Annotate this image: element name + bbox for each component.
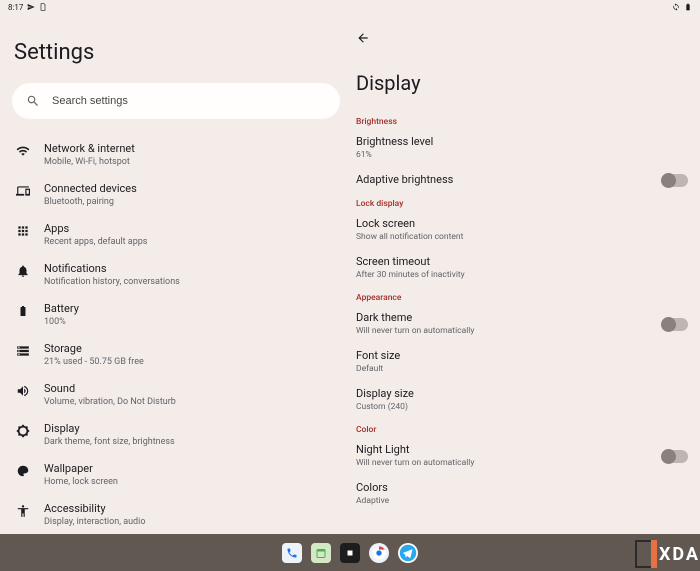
sidebar-item-sound[interactable]: SoundVolume, vibration, Do Not Disturb: [12, 375, 340, 415]
toggle-adaptive-brightness[interactable]: [662, 174, 688, 187]
sidebar-item-label: Sound: [44, 382, 176, 396]
storage-icon: [16, 344, 30, 358]
sidebar-item-label: Wallpaper: [44, 462, 118, 476]
sidebar-item-connected[interactable]: Connected devicesBluetooth, pairing: [12, 175, 340, 215]
battery-icon: [16, 304, 30, 318]
sidebar-item-label: Connected devices: [44, 182, 137, 196]
telegram-status-icon: [27, 3, 35, 11]
row-font-size[interactable]: Font sizeDefault: [352, 349, 690, 387]
back-button[interactable]: [352, 14, 690, 49]
settings-title: Settings: [12, 14, 340, 83]
row-label: Display size: [356, 387, 414, 401]
sidebar-item-accessibility[interactable]: AccessibilityDisplay, interaction, audio: [12, 495, 340, 534]
row-sub: Custom (240): [356, 402, 414, 413]
status-time: 8:17: [8, 3, 23, 12]
sidebar-item-notifications[interactable]: NotificationsNotification history, conve…: [12, 255, 340, 295]
settings-sidebar: Settings Network & internetMobile, Wi-Fi…: [0, 14, 352, 534]
volume-icon: [16, 384, 30, 398]
taskbar-app-chrome[interactable]: [369, 543, 389, 563]
sidebar-item-apps[interactable]: AppsRecent apps, default apps: [12, 215, 340, 255]
brightness-icon: [16, 424, 30, 438]
accessibility-icon: [16, 504, 30, 518]
detail-title: Display: [352, 49, 690, 117]
row-adaptive-brightness[interactable]: Adaptive brightness: [352, 173, 690, 199]
search-bar[interactable]: [12, 83, 340, 119]
section-header-lock: Lock display: [352, 199, 690, 217]
bell-icon: [16, 264, 30, 278]
row-colors[interactable]: ColorsAdaptive: [352, 481, 690, 519]
row-sub: After 30 minutes of inactivity: [356, 270, 465, 281]
status-bar: 8:17: [0, 0, 700, 14]
devices-icon: [16, 184, 30, 198]
sidebar-item-label: Battery: [44, 302, 79, 316]
row-label: Screen timeout: [356, 255, 465, 269]
battery-status-icon: [684, 3, 692, 11]
main-content: Settings Network & internetMobile, Wi-Fi…: [0, 14, 700, 534]
sidebar-item-sub: Home, lock screen: [44, 477, 118, 488]
sidebar-item-sub: 21% used - 50.75 GB free: [44, 357, 144, 368]
section-header-color: Color: [352, 425, 690, 443]
row-night-light[interactable]: Night LightWill never turn on automatica…: [352, 443, 690, 481]
sidebar-item-label: Display: [44, 422, 175, 436]
palette-icon: [16, 464, 30, 478]
sidebar-item-sub: Recent apps, default apps: [44, 237, 147, 248]
section-header-brightness: Brightness: [352, 117, 690, 135]
sidebar-item-sub: 100%: [44, 317, 79, 328]
row-label: Brightness level: [356, 135, 433, 149]
sidebar-item-sub: Dark theme, font size, brightness: [44, 437, 175, 448]
row-sub: Adaptive: [356, 496, 389, 507]
row-sub: Show all notification content: [356, 232, 463, 243]
sidebar-item-label: Storage: [44, 342, 144, 356]
taskbar-app-phone[interactable]: [282, 543, 302, 563]
search-input[interactable]: [52, 95, 326, 107]
sidebar-item-label: Apps: [44, 222, 147, 236]
toggle-dark-theme[interactable]: [662, 318, 688, 331]
taskbar-app-calendar[interactable]: [311, 543, 331, 563]
row-label: Adaptive brightness: [356, 173, 453, 187]
taskbar-app-dark[interactable]: [340, 543, 360, 563]
watermark: XDA: [635, 540, 700, 568]
row-sub: 61%: [356, 150, 433, 161]
sidebar-item-sub: Mobile, Wi-Fi, hotspot: [44, 157, 135, 168]
row-sub: Will never turn on automatically: [356, 458, 474, 469]
sidebar-item-display[interactable]: DisplayDark theme, font size, brightness: [12, 415, 340, 455]
sidebar-item-battery[interactable]: Battery100%: [12, 295, 340, 335]
search-icon: [26, 94, 40, 108]
taskbar: XDA: [0, 534, 700, 571]
sidebar-item-storage[interactable]: Storage21% used - 50.75 GB free: [12, 335, 340, 375]
watermark-logo-icon: [635, 540, 655, 568]
wifi-icon: [16, 144, 30, 158]
sidebar-item-network[interactable]: Network & internetMobile, Wi-Fi, hotspot: [12, 135, 340, 175]
detail-pane: Display Brightness Brightness level61% A…: [352, 14, 700, 534]
watermark-text: XDA: [659, 544, 700, 565]
row-label: Lock screen: [356, 217, 463, 231]
row-lock-screen[interactable]: Lock screenShow all notification content: [352, 217, 690, 255]
sidebar-item-label: Notifications: [44, 262, 180, 276]
row-dark-theme[interactable]: Dark themeWill never turn on automatical…: [352, 311, 690, 349]
row-sub: Default: [356, 364, 400, 375]
sidebar-item-sub: Notification history, conversations: [44, 277, 180, 288]
sidebar-item-wallpaper[interactable]: WallpaperHome, lock screen: [12, 455, 340, 495]
file-status-icon: [39, 3, 47, 11]
toggle-night-light[interactable]: [662, 450, 688, 463]
sidebar-item-label: Accessibility: [44, 502, 145, 516]
arrow-back-icon: [356, 31, 370, 45]
sidebar-item-sub: Volume, vibration, Do Not Disturb: [44, 397, 176, 408]
row-brightness-level[interactable]: Brightness level61%: [352, 135, 690, 173]
row-label: Font size: [356, 349, 400, 363]
row-sub: Will never turn on automatically: [356, 326, 474, 337]
sidebar-item-sub: Display, interaction, audio: [44, 517, 145, 528]
sidebar-item-label: Network & internet: [44, 142, 135, 156]
apps-icon: [16, 224, 30, 238]
taskbar-app-telegram[interactable]: [398, 543, 418, 563]
row-label: Colors: [356, 481, 389, 495]
row-label: Night Light: [356, 443, 474, 457]
sidebar-item-sub: Bluetooth, pairing: [44, 197, 137, 208]
row-display-size[interactable]: Display sizeCustom (240): [352, 387, 690, 425]
row-label: Dark theme: [356, 311, 474, 325]
rotate-status-icon: [672, 3, 680, 11]
section-header-appearance: Appearance: [352, 293, 690, 311]
row-screen-timeout[interactable]: Screen timeoutAfter 30 minutes of inacti…: [352, 255, 690, 293]
